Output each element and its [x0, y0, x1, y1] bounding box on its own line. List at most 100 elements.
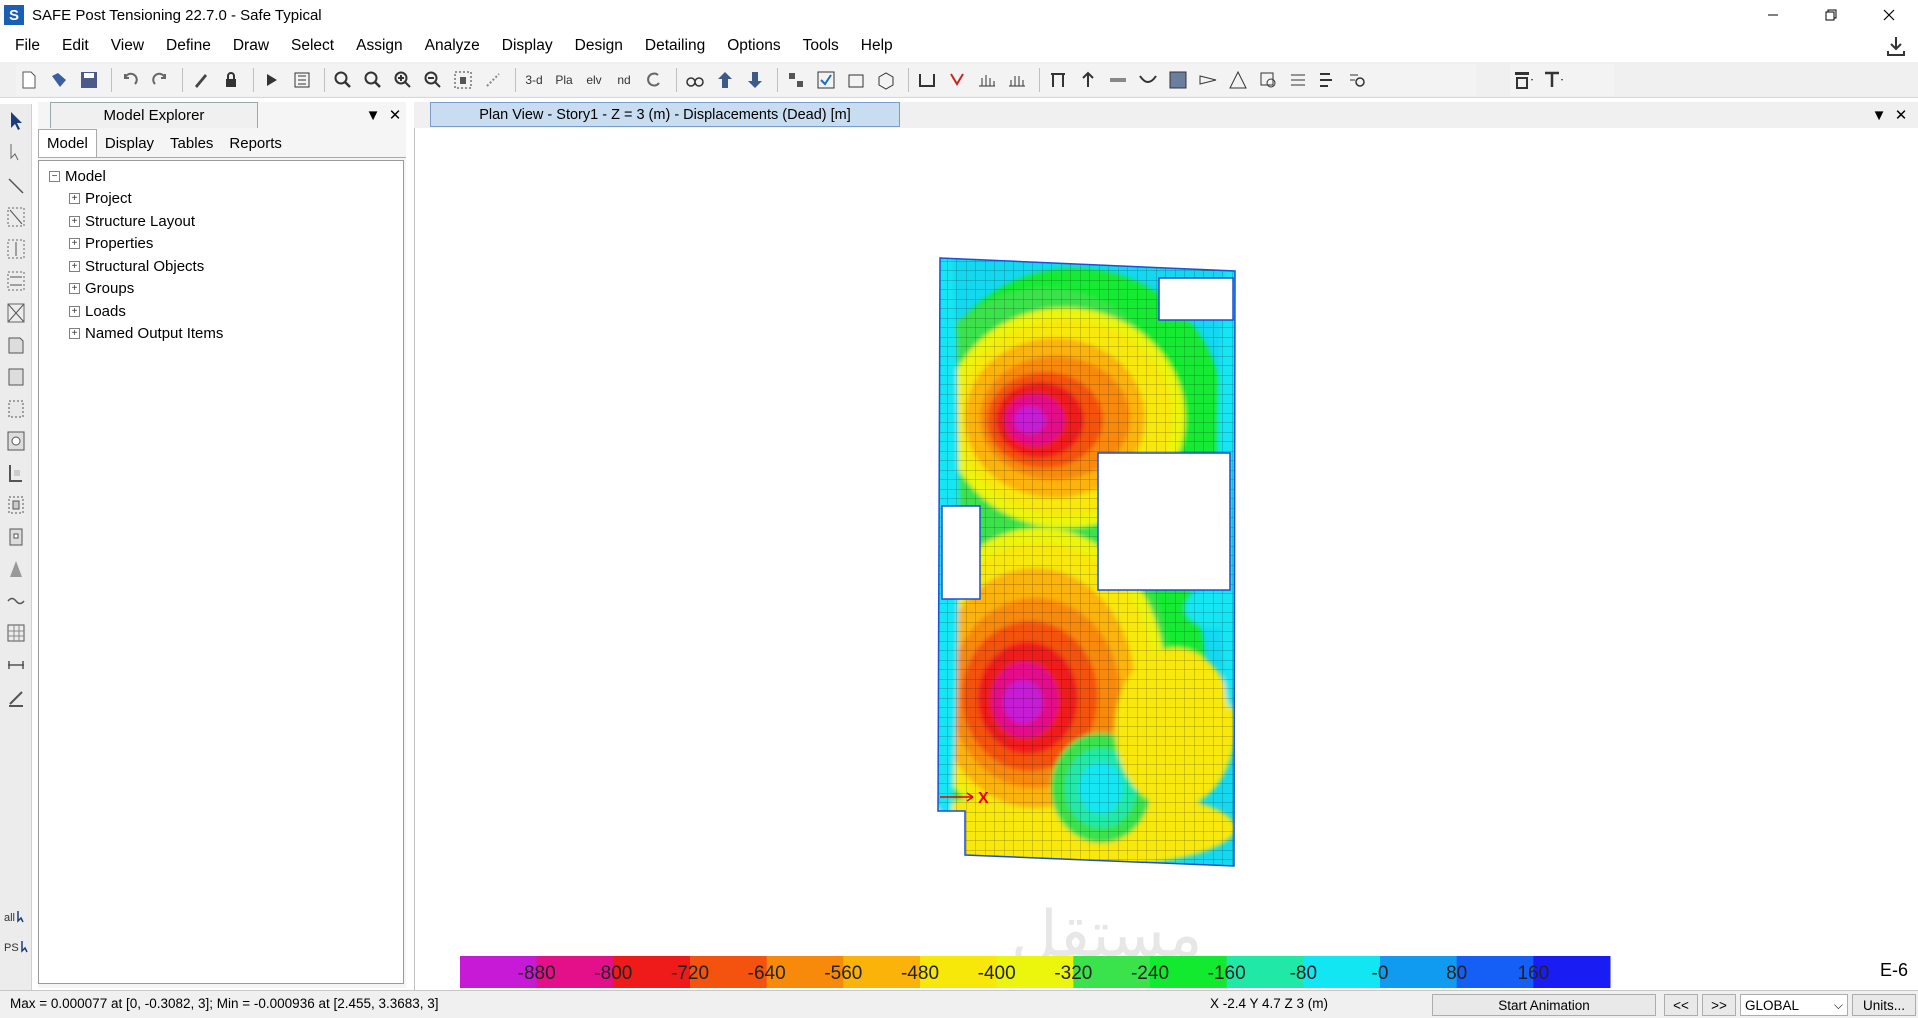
redo-icon[interactable]: [147, 67, 173, 93]
expand-icon[interactable]: +: [69, 193, 80, 205]
menu-options[interactable]: Options: [716, 30, 791, 62]
draw-tendon-profile-icon[interactable]: [3, 588, 29, 614]
tab-tables[interactable]: Tables: [162, 131, 221, 157]
display-objects-icon[interactable]: [783, 67, 809, 93]
tree-item-structural-objects[interactable]: + Structural Objects: [39, 255, 403, 278]
tree-item-loads[interactable]: + Loads: [39, 300, 403, 323]
zoom-out-icon[interactable]: [420, 67, 446, 93]
menu-view[interactable]: View: [100, 30, 155, 62]
show-tendon-icon[interactable]: [1135, 67, 1161, 93]
menu-assign[interactable]: Assign: [345, 30, 414, 62]
elevation-view-button[interactable]: elv: [581, 67, 607, 93]
show-deflection-icon[interactable]: [1195, 67, 1221, 93]
menu-draw[interactable]: Draw: [222, 30, 280, 62]
rubber-band-icon[interactable]: [480, 67, 506, 93]
draw-point-support-icon[interactable]: [3, 524, 29, 550]
tree-item-structure-layout[interactable]: + Structure Layout: [39, 210, 403, 233]
select-all-button[interactable]: all: [0, 894, 32, 924]
expand-icon[interactable]: +: [69, 305, 80, 317]
menu-define[interactable]: Define: [155, 30, 222, 62]
menu-display[interactable]: Display: [491, 30, 564, 62]
show-design-results-icon[interactable]: [1255, 67, 1281, 93]
menu-detailing[interactable]: Detailing: [634, 30, 716, 62]
close-button[interactable]: [1860, 0, 1918, 30]
pencil-icon[interactable]: [188, 67, 214, 93]
nd-button[interactable]: nd: [611, 67, 637, 93]
minimize-button[interactable]: [1744, 0, 1802, 30]
expand-icon[interactable]: +: [69, 283, 80, 295]
tree-item-project[interactable]: + Project: [39, 188, 403, 211]
draw-reference-point-icon[interactable]: [3, 684, 29, 710]
move-up-icon[interactable]: [712, 67, 738, 93]
rotate-icon[interactable]: [641, 67, 667, 93]
draw-slab-icon[interactable]: [3, 332, 29, 358]
perspective-icon[interactable]: [682, 67, 708, 93]
view-menu-icon[interactable]: ▼: [1868, 104, 1890, 126]
lock-icon[interactable]: [218, 67, 244, 93]
view-close-icon[interactable]: ✕: [1890, 104, 1912, 126]
tab-reports[interactable]: Reports: [221, 131, 290, 157]
units-button[interactable]: Units...: [1852, 994, 1916, 1016]
draw-wall-icon[interactable]: [3, 268, 29, 294]
menu-select[interactable]: Select: [280, 30, 345, 62]
show-reactions-icon[interactable]: [944, 67, 970, 93]
expand-icon[interactable]: +: [69, 215, 80, 227]
tab-model[interactable]: Model: [38, 129, 97, 157]
tab-display[interactable]: Display: [97, 131, 162, 157]
save-icon[interactable]: [76, 67, 102, 93]
coordinate-system-select[interactable]: GLOBAL ⌵: [1740, 994, 1848, 1016]
story-filter-icon[interactable]: [1510, 67, 1536, 93]
menu-design[interactable]: Design: [564, 30, 634, 62]
show-tables-icon[interactable]: [1285, 67, 1311, 93]
menu-analyze[interactable]: Analyze: [414, 30, 491, 62]
collapse-icon[interactable]: −: [49, 170, 60, 182]
show-slab-forces-icon[interactable]: [1045, 67, 1071, 93]
zoom-previous-icon[interactable]: [360, 67, 386, 93]
load-filter-icon[interactable]: [1540, 67, 1566, 93]
previous-selection-button[interactable]: PS: [0, 924, 32, 954]
plan-view-tab[interactable]: Plan View - Story1 - Z = 3 (m) - Displac…: [430, 102, 900, 127]
draw-line-icon[interactable]: [3, 172, 29, 198]
run-design-icon[interactable]: [289, 67, 315, 93]
menu-help[interactable]: Help: [850, 30, 904, 62]
draw-beam-icon[interactable]: [3, 204, 29, 230]
select-pointer-icon[interactable]: [3, 108, 29, 134]
plan-view-canvas[interactable]: X مستقل -880 -800 -720 -640 -560 -480 -400 -320…: [414, 128, 1918, 990]
draw-dimension-icon[interactable]: [3, 652, 29, 678]
menu-edit[interactable]: Edit: [51, 30, 100, 62]
pan-icon[interactable]: [450, 67, 476, 93]
show-punching-icon[interactable]: [1225, 67, 1251, 93]
menu-tools[interactable]: Tools: [792, 30, 850, 62]
draw-support-icon[interactable]: [3, 492, 29, 518]
previous-step-button[interactable]: <<: [1664, 994, 1698, 1016]
plan-view-button[interactable]: Pla: [551, 67, 577, 93]
expand-icon[interactable]: +: [69, 238, 80, 250]
search-results-icon[interactable]: [1345, 67, 1371, 93]
show-undeformed-icon[interactable]: [843, 67, 869, 93]
panel-menu-icon[interactable]: ▼: [362, 104, 384, 126]
zoom-in-icon[interactable]: [390, 67, 416, 93]
show-loads-icon[interactable]: [914, 67, 940, 93]
start-animation-button[interactable]: Start Animation: [1432, 994, 1656, 1016]
panel-close-icon[interactable]: ✕: [384, 104, 406, 126]
draw-brace-icon[interactable]: [3, 300, 29, 326]
restore-button[interactable]: [1802, 0, 1860, 30]
run-analysis-icon[interactable]: [259, 67, 285, 93]
draw-design-strip-icon[interactable]: [3, 620, 29, 646]
show-strip-forces-icon[interactable]: [1075, 67, 1101, 93]
next-step-button[interactable]: >>: [1702, 994, 1736, 1016]
draw-drop-panel-icon[interactable]: [3, 460, 29, 486]
zoom-window-icon[interactable]: [330, 67, 356, 93]
set-display-options-icon[interactable]: [813, 67, 839, 93]
expand-icon[interactable]: +: [69, 260, 80, 272]
tree-item-groups[interactable]: + Groups: [39, 278, 403, 301]
show-forces-icon[interactable]: [974, 67, 1000, 93]
tree-root[interactable]: − Model: [39, 165, 403, 188]
move-down-icon[interactable]: [742, 67, 768, 93]
tree-item-named-output-items[interactable]: + Named Output Items: [39, 323, 403, 346]
new-model-icon[interactable]: [16, 67, 42, 93]
expand-icon[interactable]: +: [69, 328, 80, 340]
show-beam-forces-icon[interactable]: [1105, 67, 1131, 93]
draw-quick-area-icon[interactable]: [3, 396, 29, 422]
show-deformed-icon[interactable]: [873, 67, 899, 93]
